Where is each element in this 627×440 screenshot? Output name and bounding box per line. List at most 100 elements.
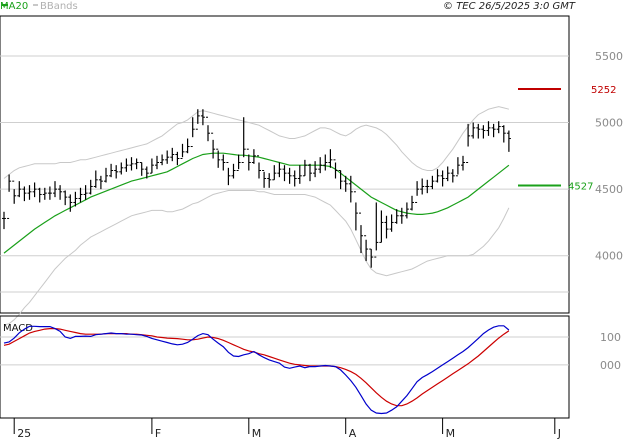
price-level: 4527 <box>518 182 593 193</box>
x-axis: 25 F M A M J <box>0 417 569 440</box>
price-bar <box>384 215 389 239</box>
price-bar <box>313 161 318 178</box>
x-tick: J <box>554 418 561 440</box>
price-bar <box>129 157 134 171</box>
price-bar <box>155 155 159 170</box>
macd-y-tick-label: 000 <box>600 359 621 372</box>
price-bar <box>282 165 287 182</box>
price-bar <box>211 132 216 159</box>
price-bar <box>93 170 98 188</box>
price-bar <box>425 179 430 194</box>
price-bar <box>486 121 491 136</box>
macd-y-tick-label: 100 <box>600 331 621 344</box>
price-bar <box>195 109 200 130</box>
price-bar <box>389 214 394 232</box>
macd-signal-line <box>3 328 510 407</box>
price-bar <box>190 117 195 148</box>
price-bar <box>149 158 154 174</box>
price-bar <box>491 123 496 138</box>
price-bar <box>302 159 307 177</box>
price-bar <box>257 155 261 179</box>
price-bar <box>430 175 435 190</box>
price-bar <box>32 182 37 198</box>
price-y-tick-label: 4500 <box>595 183 623 196</box>
price-bar <box>2 211 6 230</box>
price-bar <box>435 169 440 183</box>
price-bar <box>63 190 68 206</box>
price-level: 5252 <box>518 85 616 96</box>
price-panel-frame <box>0 15 570 314</box>
price-level-label: 4527 <box>568 182 593 193</box>
price-bar <box>7 174 12 219</box>
price-bar <box>78 187 83 203</box>
price-bar <box>185 138 190 154</box>
price-bar <box>466 123 471 164</box>
price-bar <box>236 154 241 171</box>
x-tick-label: M <box>446 427 456 440</box>
x-tick-label: F <box>155 427 161 440</box>
price-bar <box>338 169 343 190</box>
price-bar <box>98 175 103 190</box>
price-bar <box>170 147 175 162</box>
bbands-legend-label: BBands <box>40 1 78 12</box>
price-bar <box>440 170 445 187</box>
price-y-tick-label: 5500 <box>595 50 623 63</box>
price-bar <box>455 157 460 177</box>
ma20-line <box>3 152 510 254</box>
price-bar <box>506 130 511 152</box>
price-panel: 4000 4500 5000 5500 5252 4527 <box>0 15 623 326</box>
price-bars <box>2 109 511 268</box>
chart-header: MA20 BBands © TEC 26/5/2025 3:0 GMT <box>0 1 576 12</box>
x-tick: F <box>151 418 161 440</box>
price-bar <box>450 169 455 183</box>
macd-lines <box>3 325 510 415</box>
price-bar <box>104 167 108 183</box>
price-bar <box>445 166 450 182</box>
price-bar <box>328 149 333 168</box>
x-tick-label: A <box>349 427 357 440</box>
x-tick-label: 25 <box>17 427 31 440</box>
price-bar <box>272 165 277 181</box>
price-bar <box>109 163 114 178</box>
price-level-label: 5252 <box>591 85 616 96</box>
price-bar <box>180 143 185 160</box>
price-bar <box>277 162 282 178</box>
stock-chart: MA20 BBands © TEC 26/5/2025 3:0 GMT 4000… <box>0 1 623 440</box>
price-bar <box>175 151 180 166</box>
price-bar <box>420 178 425 195</box>
price-bar <box>333 159 338 179</box>
price-bar <box>461 155 465 171</box>
price-bar <box>160 154 165 166</box>
x-tick: M <box>248 418 261 440</box>
macd-line <box>3 325 510 415</box>
price-bar <box>287 167 292 184</box>
price-bar <box>165 150 170 164</box>
bb-lower-line <box>3 190 510 326</box>
price-bar <box>481 125 486 139</box>
macd-panel: MACD 100 000 <box>0 315 621 419</box>
price-bar <box>134 158 139 170</box>
price-bar <box>369 248 374 268</box>
price-bar <box>353 191 358 231</box>
price-bar <box>410 195 414 211</box>
price-bar <box>12 180 17 204</box>
price-bar <box>226 162 231 186</box>
price-bar <box>297 165 302 184</box>
macd-panel-title: MACD <box>3 323 33 334</box>
x-tick-label: M <box>252 427 261 440</box>
macd-y-tick-labels: 100 000 <box>600 331 621 372</box>
x-tick-labels: 25 F M A M J <box>13 418 561 440</box>
price-bar <box>476 123 481 139</box>
x-tick: 25 <box>13 418 31 440</box>
price-bar <box>292 170 297 187</box>
price-bar <box>83 185 88 200</box>
price-bar <box>139 162 144 176</box>
price-bar <box>47 186 52 200</box>
price-bar <box>501 125 506 143</box>
price-bar <box>399 207 404 224</box>
price-bar <box>231 163 236 179</box>
bb-upper-line <box>3 106 510 179</box>
price-bar <box>415 181 420 203</box>
price-bar <box>88 179 93 195</box>
x-tick: A <box>345 418 357 440</box>
